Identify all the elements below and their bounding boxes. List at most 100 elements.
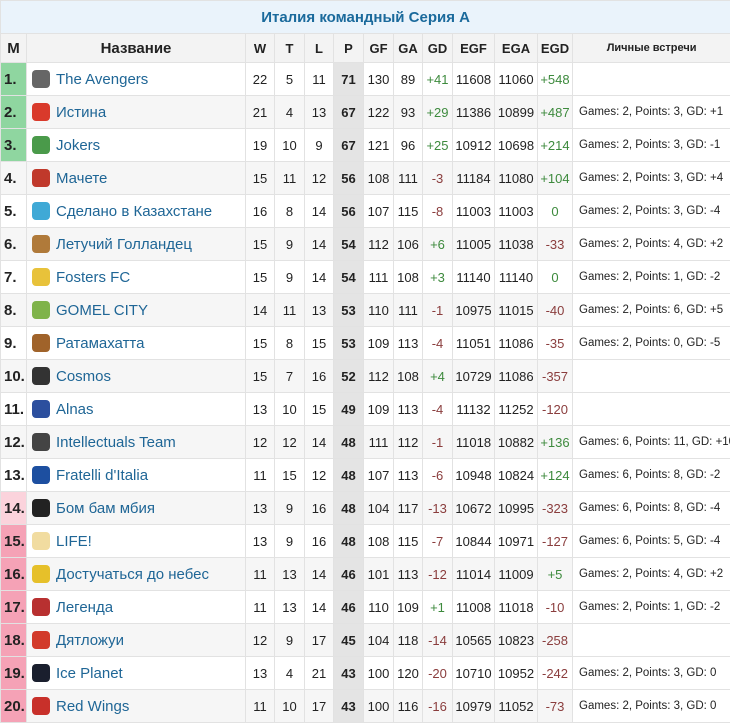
team-link[interactable]: Бом бам мбия xyxy=(56,500,155,517)
team-link[interactable]: Летучий Голландец xyxy=(56,236,192,253)
w-cell: 14 xyxy=(245,293,275,327)
ga-cell: 89 xyxy=(393,62,423,96)
team-link[interactable]: Cosmos xyxy=(56,368,111,385)
w-cell: 13 xyxy=(245,524,275,558)
ega-cell: 10698 xyxy=(494,128,538,162)
team-link[interactable]: Ратамахатта xyxy=(56,335,144,352)
team-name-cell: Легенда xyxy=(26,590,246,624)
l-cell: 17 xyxy=(304,689,334,723)
egd-cell: -10 xyxy=(537,590,573,624)
team-link[interactable]: The Avengers xyxy=(56,71,148,88)
col-header-ga[interactable]: GA xyxy=(393,33,423,63)
team-link[interactable]: Сделано в Казахстане xyxy=(56,203,212,220)
team-link[interactable]: Мачете xyxy=(56,170,107,187)
team-link[interactable]: Fosters FC xyxy=(56,269,130,286)
team-link[interactable]: Ice Planet xyxy=(56,665,123,682)
t-cell: 8 xyxy=(274,194,305,228)
position-cell: 4. xyxy=(0,161,27,195)
col-header-egd[interactable]: EGD xyxy=(537,33,573,63)
gd-cell: -1 xyxy=(422,425,453,459)
table-row: 10. Cosmos 15 7 16 52 112 108 +4 10729 11086 -357 xyxy=(0,359,730,393)
head-to-head-cell: Games: 6, Points: 8, GD: -2 xyxy=(571,458,730,492)
team-name-cell: Мачете xyxy=(26,161,246,195)
team-name-cell: Cosmos xyxy=(26,359,246,393)
gd-cell: -7 xyxy=(422,524,453,558)
head-to-head-cell: Games: 2, Points: 3, GD: 0 xyxy=(571,689,730,723)
col-header-l[interactable]: L xyxy=(304,33,334,63)
standings-table: Италия командный Серия А M Название W T … xyxy=(0,0,730,723)
egd-cell: -242 xyxy=(537,656,573,690)
gd-cell: +29 xyxy=(422,95,453,129)
col-header-p[interactable]: P xyxy=(333,33,364,63)
col-header-ega[interactable]: EGA xyxy=(494,33,538,63)
w-cell: 22 xyxy=(245,62,275,96)
col-header-position[interactable]: M xyxy=(0,33,27,63)
w-cell: 11 xyxy=(245,458,275,492)
gf-cell: 107 xyxy=(363,458,394,492)
team-link[interactable]: Intellectuals Team xyxy=(56,434,176,451)
team-link[interactable]: Дятложуи xyxy=(56,632,124,649)
team-link[interactable]: GOMEL CITY xyxy=(56,302,148,319)
team-link[interactable]: Red Wings xyxy=(56,698,129,715)
team-link[interactable]: Достучаться до небес xyxy=(56,566,209,583)
kazakhstan-logo-icon xyxy=(32,202,50,220)
head-to-head-cell: Games: 6, Points: 11, GD: +10 xyxy=(571,425,730,459)
head-to-head-cell: Games: 2, Points: 1, GD: -2 xyxy=(571,260,730,294)
col-header-t[interactable]: T xyxy=(274,33,305,63)
gf-cell: 111 xyxy=(363,260,394,294)
ega-cell: 10971 xyxy=(494,524,538,558)
egf-cell: 10948 xyxy=(452,458,495,492)
ega-cell: 10823 xyxy=(494,623,538,657)
team-link[interactable]: Alnas xyxy=(56,401,94,418)
ga-cell: 117 xyxy=(393,491,423,525)
team-link[interactable]: Истина xyxy=(56,104,106,121)
egf-cell: 11014 xyxy=(452,557,495,591)
ega-cell: 10995 xyxy=(494,491,538,525)
head-to-head-cell: Games: 2, Points: 3, GD: -4 xyxy=(571,194,730,228)
team-link[interactable]: Fratelli d'Italia xyxy=(56,467,148,484)
ga-cell: 120 xyxy=(393,656,423,690)
col-header-egf[interactable]: EGF xyxy=(452,33,495,63)
table-row: 13. Fratelli d'Italia 11 15 12 48 107 113 -6 1094… xyxy=(0,458,730,492)
w-cell: 15 xyxy=(245,161,275,195)
table-row: 11. Alnas 13 10 15 49 109 113 -4 11132 11252 -120 xyxy=(0,392,730,426)
egd-cell: 0 xyxy=(537,260,573,294)
team-link[interactable]: Легенда xyxy=(56,599,113,616)
col-header-gf[interactable]: GF xyxy=(363,33,394,63)
team-link[interactable]: Jokers xyxy=(56,137,100,154)
col-header-gd[interactable]: GD xyxy=(422,33,453,63)
gf-cell: 109 xyxy=(363,392,394,426)
l-cell: 17 xyxy=(304,623,334,657)
p-cell: 52 xyxy=(333,359,364,393)
gd-cell: -14 xyxy=(422,623,453,657)
table-row: 19. Ice Planet 13 4 21 43 100 120 -20 10710 10952-… xyxy=(0,656,730,690)
w-cell: 13 xyxy=(245,656,275,690)
gf-cell: 104 xyxy=(363,623,394,657)
ega-cell: 11009 xyxy=(494,557,538,591)
p-cell: 53 xyxy=(333,326,364,360)
gd-cell: +3 xyxy=(422,260,453,294)
t-cell: 4 xyxy=(274,656,305,690)
position-cell: 8. xyxy=(0,293,27,327)
l-cell: 14 xyxy=(304,590,334,624)
gf-cell: 121 xyxy=(363,128,394,162)
table-row: 14. Бом бам мбия 13 9 16 48 104 117 -13 10672 1099… xyxy=(0,491,730,525)
position-cell: 14. xyxy=(0,491,27,525)
ga-cell: 115 xyxy=(393,194,423,228)
col-header-w[interactable]: W xyxy=(245,33,275,63)
ega-cell: 11080 xyxy=(494,161,538,195)
gd-cell: -4 xyxy=(422,392,453,426)
team-link[interactable]: LIFE! xyxy=(56,533,92,550)
col-header-name[interactable]: Название xyxy=(26,33,246,63)
team-name-cell: The Avengers xyxy=(26,62,246,96)
egf-cell: 11140 xyxy=(452,260,495,294)
table-title: Италия командный Серия А xyxy=(0,0,730,34)
gd-cell: -16 xyxy=(422,689,453,723)
ega-cell: 11060 xyxy=(494,62,538,96)
table-row: 5. Сделано в Казахстане 16 8 14 56 107 115 -8 110… xyxy=(0,194,730,228)
position-cell: 18. xyxy=(0,623,27,657)
team-name-cell: Ратамахатта xyxy=(26,326,246,360)
l-cell: 15 xyxy=(304,392,334,426)
p-cell: 54 xyxy=(333,227,364,261)
life-logo-icon xyxy=(32,532,50,550)
